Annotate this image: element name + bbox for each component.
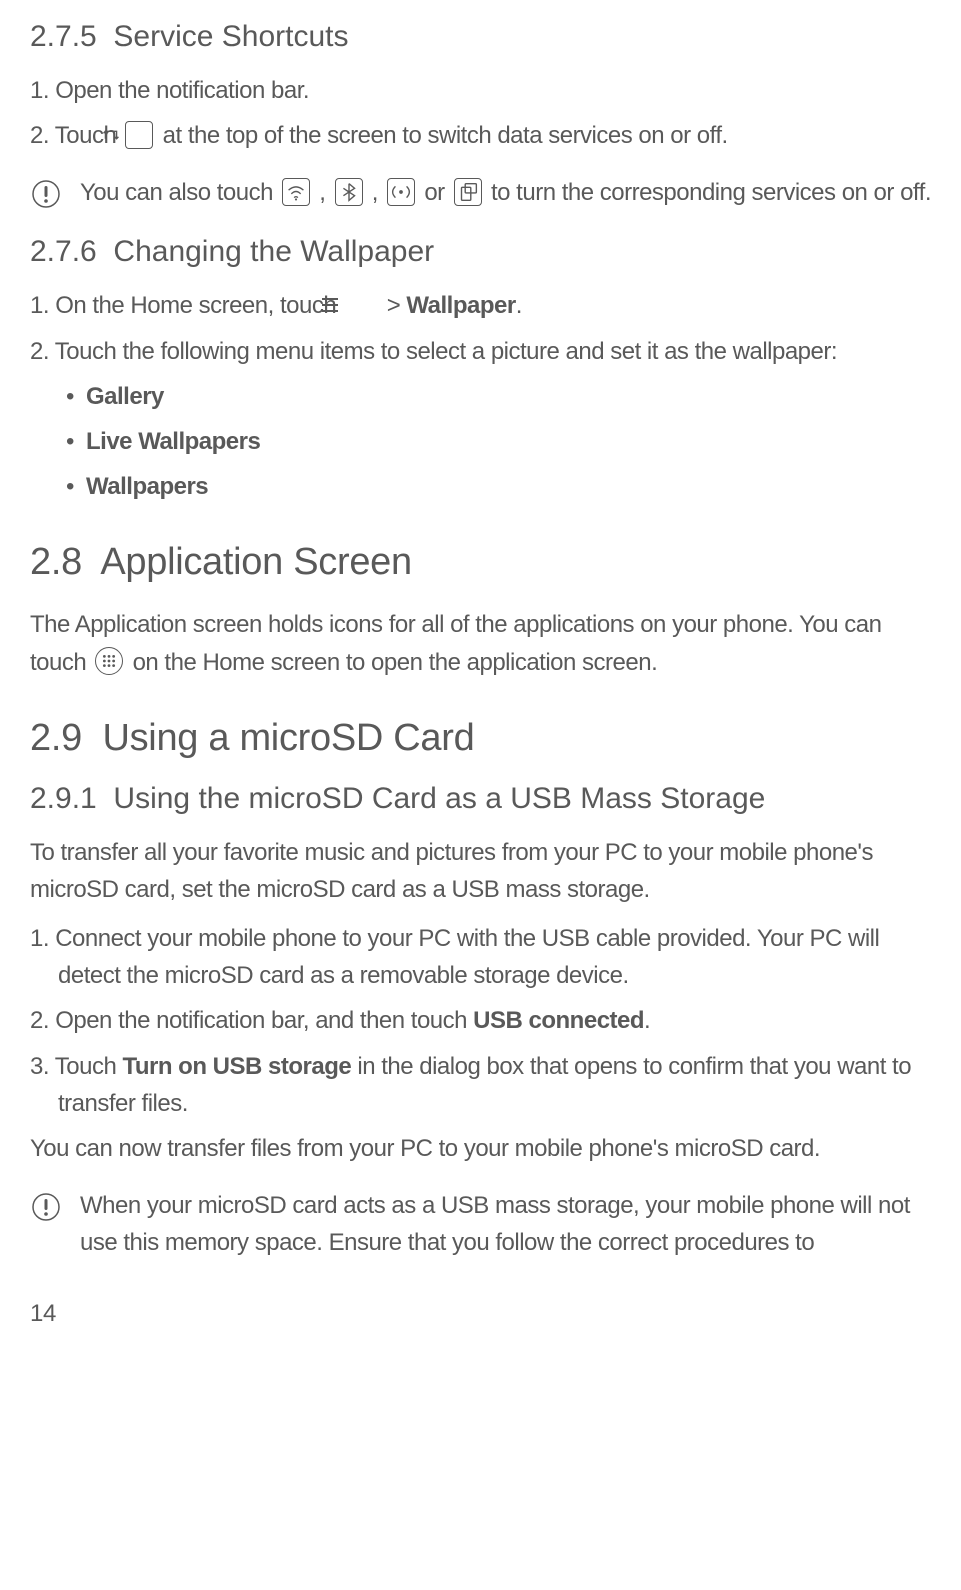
step-usb-connected: 2. Open the notification bar, and then t… xyxy=(30,1002,931,1039)
step-home-wallpaper: 1. On the Home screen, touch > Wallpaper… xyxy=(30,287,931,324)
note-services: You can also touch , , or to turn the co… xyxy=(30,174,931,215)
note-icon-wrap xyxy=(30,174,66,215)
p-app-screen: The Application screen holds icons for a… xyxy=(30,606,931,680)
step-post: . xyxy=(516,292,522,319)
sep: or xyxy=(424,179,444,206)
heading-2-8: 2.8 Application Screen xyxy=(30,541,931,584)
wallpaper-bold: Wallpaper xyxy=(406,292,515,319)
wifi-icon xyxy=(282,178,310,206)
note-post: to turn the corresponding services on or… xyxy=(491,179,931,206)
heading-title: Application Screen xyxy=(100,541,411,583)
apps-icon xyxy=(95,647,123,675)
heading-2-7-5: 2.7.5 Service Shortcuts xyxy=(30,20,931,54)
step-num: 2. xyxy=(30,122,49,149)
step-touch-data: 2. Touch at the top of the screen to swi… xyxy=(30,117,931,154)
note-text: You can also touch , , or to turn the co… xyxy=(66,174,931,211)
sep: , xyxy=(319,179,325,206)
note-icon-wrap xyxy=(30,1187,66,1228)
gps-icon xyxy=(387,178,415,206)
heading-title: Changing the Wallpaper xyxy=(113,235,434,268)
step-text: Connect your mobile phone to your PC wit… xyxy=(55,925,879,989)
step-num: 1. xyxy=(30,292,49,319)
bluetooth-icon xyxy=(335,178,363,206)
heading-num: 2.8 xyxy=(30,541,82,583)
heading-2-9-1: 2.9.1 Using the microSD Card as a USB Ma… xyxy=(30,782,931,816)
bullet-text: Gallery xyxy=(86,383,164,410)
heading-title: Service Shortcuts xyxy=(113,20,348,53)
bullet-dot: • xyxy=(66,423,86,460)
note-text: When your microSD card acts as a USB mas… xyxy=(66,1187,931,1261)
step-post: . xyxy=(644,1007,650,1034)
step-num: 1. xyxy=(30,925,49,952)
step-num: 2. xyxy=(30,338,49,365)
important-icon xyxy=(30,1191,62,1228)
step-num: 1. xyxy=(30,77,49,104)
heading-2-9: 2.9 Using a microSD Card xyxy=(30,717,931,760)
step-text: Open the notification bar. xyxy=(55,77,309,104)
note-usb-storage: When your microSD card acts as a USB mas… xyxy=(30,1187,931,1261)
bullet-dot: • xyxy=(66,468,86,505)
step-turn-on-usb: 3. Touch Turn on USB storage in the dial… xyxy=(30,1048,931,1122)
p-usb-intro: To transfer all your favorite music and … xyxy=(30,834,931,908)
step-post: at the top of the screen to switch data … xyxy=(163,122,728,149)
step-num: 3. xyxy=(30,1053,49,1080)
gt: > xyxy=(387,292,401,319)
step-pre: Touch xyxy=(55,1053,123,1080)
p-transfer-files: You can now transfer files from your PC … xyxy=(30,1130,931,1167)
step-open-notification: 1. Open the notification bar. xyxy=(30,72,931,109)
bullet-dot: • xyxy=(66,378,86,415)
heading-num: 2.9 xyxy=(30,717,82,759)
usb-connected-bold: USB connected xyxy=(473,1007,644,1034)
heading-title: Using the microSD Card as a USB Mass Sto… xyxy=(113,782,765,815)
step-connect-usb: 1. Connect your mobile phone to your PC … xyxy=(30,920,931,994)
step-pre: On the Home screen, touch xyxy=(55,292,336,319)
bullet-gallery: •Gallery xyxy=(30,378,931,415)
note-pre: You can also touch xyxy=(80,179,273,206)
turn-on-usb-bold: Turn on USB storage xyxy=(122,1053,351,1080)
p-post: on the Home screen to open the applicati… xyxy=(133,649,658,676)
heading-num: 2.7.5 xyxy=(30,20,97,53)
data-toggle-icon xyxy=(125,121,153,149)
sep: , xyxy=(372,179,378,206)
heading-2-7-6: 2.7.6 Changing the Wallpaper xyxy=(30,235,931,269)
bullet-live-wallpapers: •Live Wallpapers xyxy=(30,423,931,460)
bullet-text: Wallpapers xyxy=(86,473,208,500)
menu-icon xyxy=(345,292,371,318)
heading-num: 2.7.6 xyxy=(30,235,97,268)
step-pre: Open the notification bar, and then touc… xyxy=(55,1007,473,1034)
heading-num: 2.9.1 xyxy=(30,782,97,815)
bullet-wallpapers: •Wallpapers xyxy=(30,468,931,505)
step-select-picture: 2. Touch the following menu items to sel… xyxy=(30,333,931,370)
heading-title: Using a microSD Card xyxy=(102,717,474,759)
step-num: 2. xyxy=(30,1007,49,1034)
step-text: Touch the following menu items to select… xyxy=(55,338,837,365)
rotate-icon xyxy=(454,178,482,206)
important-icon xyxy=(30,178,62,215)
bullet-text: Live Wallpapers xyxy=(86,428,260,455)
page-number: 14 xyxy=(30,1300,931,1328)
